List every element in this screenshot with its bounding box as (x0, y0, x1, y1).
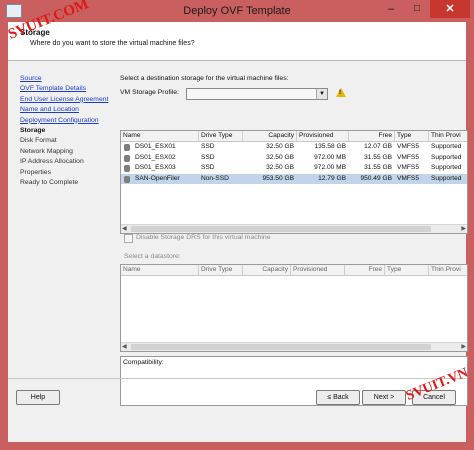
col2-capacity[interactable]: Capacity (243, 265, 291, 275)
scroll-left-icon[interactable]: ◀ (122, 343, 127, 350)
horizontal-scrollbar-2[interactable]: ◀ ▶ (121, 342, 467, 351)
cell-free: 950.49 GB (360, 174, 392, 182)
scrollbar-thumb-2[interactable] (131, 344, 431, 350)
datastore-icon (124, 144, 130, 151)
table-row[interactable]: SAN-OpenFiler Non-SSD 953.50 GB 12.79 GB 950… (121, 173, 467, 184)
nav-item-properties: Properties (20, 168, 51, 176)
nav-item-ip-address-allocation: IP Address Allocation (20, 158, 84, 166)
col2-drive-type[interactable]: Drive Type (199, 265, 243, 275)
cell-thin: Supported (431, 153, 462, 161)
instruction-text: Select a destination storage for the vir… (120, 75, 289, 82)
compatibility-label: Compatibility: (123, 359, 164, 366)
nav-item-disk-format: Disk Format (20, 137, 57, 145)
table-row[interactable]: DS01_ESX03 SSD 32.50 GB 972.00 MB 31.55 GB VM… (121, 163, 467, 174)
col2-name[interactable]: Name (121, 265, 199, 275)
nav-item-ready-to-complete: Ready to Complete (20, 178, 79, 186)
cell-drive: Non-SSD (201, 174, 229, 182)
cell-free: 31.55 GB (364, 153, 392, 161)
footer-divider (8, 378, 466, 379)
close-button[interactable]: ✕ (430, 0, 470, 18)
col2-provisioned[interactable]: Provisioned (291, 265, 345, 275)
horizontal-scrollbar[interactable]: ◀ ▶ (121, 224, 467, 233)
cell-type: VMFS5 (397, 143, 419, 150)
help-button[interactable]: Help (16, 390, 60, 405)
cell-drive: SSD (201, 164, 215, 171)
col-name[interactable]: Name (121, 131, 199, 141)
cell-capacity: 32.50 GB (266, 143, 294, 150)
page-header: Storage Where do you want to store the v… (8, 22, 466, 61)
scrollbar-thumb[interactable] (131, 226, 431, 232)
cell-name: DS01_ESX01 (135, 143, 176, 150)
nav-item-ovf-template-details[interactable]: OVF Template Details (20, 84, 120, 94)
disable-storage-drs-label: Disable Storage DRS for this virtual mac… (136, 234, 271, 241)
col2-free[interactable]: Free (345, 265, 385, 275)
cell-type: VMFS5 (397, 164, 419, 171)
cell-capacity: 32.50 GB (266, 153, 294, 161)
minimize-button[interactable]: – (378, 0, 404, 18)
cell-provisioned: 972.00 MB (314, 153, 346, 161)
warning-icon (336, 88, 346, 97)
cell-free: 31.55 GB (364, 164, 392, 171)
datastore-icon (124, 175, 130, 183)
nav-item-name-and-location[interactable]: Name and Location (20, 105, 120, 115)
wizard-nav: Source OVF Template Details End User Licen… (20, 74, 120, 188)
next-button[interactable]: Next > (362, 390, 406, 405)
col-drive-type[interactable]: Drive Type (199, 131, 243, 141)
nav-item-deployment-configuration[interactable]: Deployment Configuration (20, 116, 120, 126)
cell-type: VMFS5 (397, 174, 419, 182)
vm-storage-profile-label: VM Storage Profile: (120, 89, 179, 96)
select-datastore-label: Select a datastore: (124, 253, 181, 260)
scroll-right-icon[interactable]: ▶ (461, 225, 466, 232)
table-row[interactable]: DS01_ESX02 SSD 32.50 GB 972.00 MB 31.55 GB VM… (121, 153, 467, 164)
datastore-icon (124, 165, 130, 172)
maximize-button[interactable]: □ (404, 0, 430, 18)
cell-name: DS01_ESX03 (135, 164, 176, 171)
datastore-icon (124, 154, 130, 162)
datastore-table-header: Name Drive Type Capacity Provisioned Fre… (121, 265, 467, 276)
cell-capacity: 32.50 GB (266, 164, 294, 171)
col2-thin-provisioning[interactable]: Thin Provi (429, 265, 467, 275)
nav-item-storage: Storage (20, 126, 46, 134)
cell-name: SAN-OpenFiler (135, 174, 180, 182)
vm-storage-profile-select[interactable]: ▼ (186, 88, 328, 100)
cell-thin: Supported (431, 174, 462, 182)
cell-provisioned: 972.00 MB (314, 164, 346, 171)
nav-item-network-mapping: Network Mapping (20, 147, 73, 155)
disable-storage-drs-checkbox[interactable] (124, 234, 133, 243)
cell-provisioned: 135.58 GB (314, 143, 346, 150)
col-type[interactable]: Type (395, 131, 429, 141)
cell-thin: Supported (431, 164, 462, 171)
cell-type: VMFS5 (397, 153, 419, 161)
cell-drive: SSD (201, 153, 215, 161)
window-frame: Deploy OVF Template – □ ✕ Storage Where … (0, 0, 474, 450)
col-capacity[interactable]: Capacity (243, 131, 297, 141)
col2-type[interactable]: Type (385, 265, 429, 275)
scroll-right-icon[interactable]: ▶ (461, 343, 466, 350)
page-subtitle: Where do you want to store the virtual m… (30, 40, 195, 47)
dialog-client: Storage Where do you want to store the v… (6, 0, 470, 442)
cell-provisioned: 12.79 GB (318, 174, 346, 182)
col-provisioned[interactable]: Provisioned (297, 131, 349, 141)
back-button[interactable]: ≤ Back (316, 390, 360, 405)
chevron-down-icon[interactable]: ▼ (316, 89, 327, 99)
nav-item-end-user-license-agreement[interactable]: End User License Agreement (20, 95, 120, 105)
warning-mark: ! (339, 90, 341, 96)
cell-capacity: 953.50 GB (262, 174, 294, 182)
cell-drive: SSD (201, 143, 215, 150)
storage-table-header: Name Drive Type Capacity Provisioned Fre… (121, 131, 467, 142)
cell-free: 12.07 GB (364, 143, 392, 150)
table-row[interactable]: DS01_ESX01 SSD 32.50 GB 135.58 GB 12.07 GB VM… (121, 142, 467, 153)
datastore-table: Name Drive Type Capacity Provisioned Fre… (120, 264, 468, 352)
nav-item-source[interactable]: Source (20, 74, 120, 84)
cell-thin: Supported (431, 143, 462, 150)
col-free[interactable]: Free (349, 131, 395, 141)
col-thin-provisioning[interactable]: Thin Provi (429, 131, 467, 141)
scroll-left-icon[interactable]: ◀ (122, 225, 127, 232)
cell-name: DS01_ESX02 (135, 153, 176, 161)
storage-table: Name Drive Type Capacity Provisioned Fre… (120, 130, 468, 234)
